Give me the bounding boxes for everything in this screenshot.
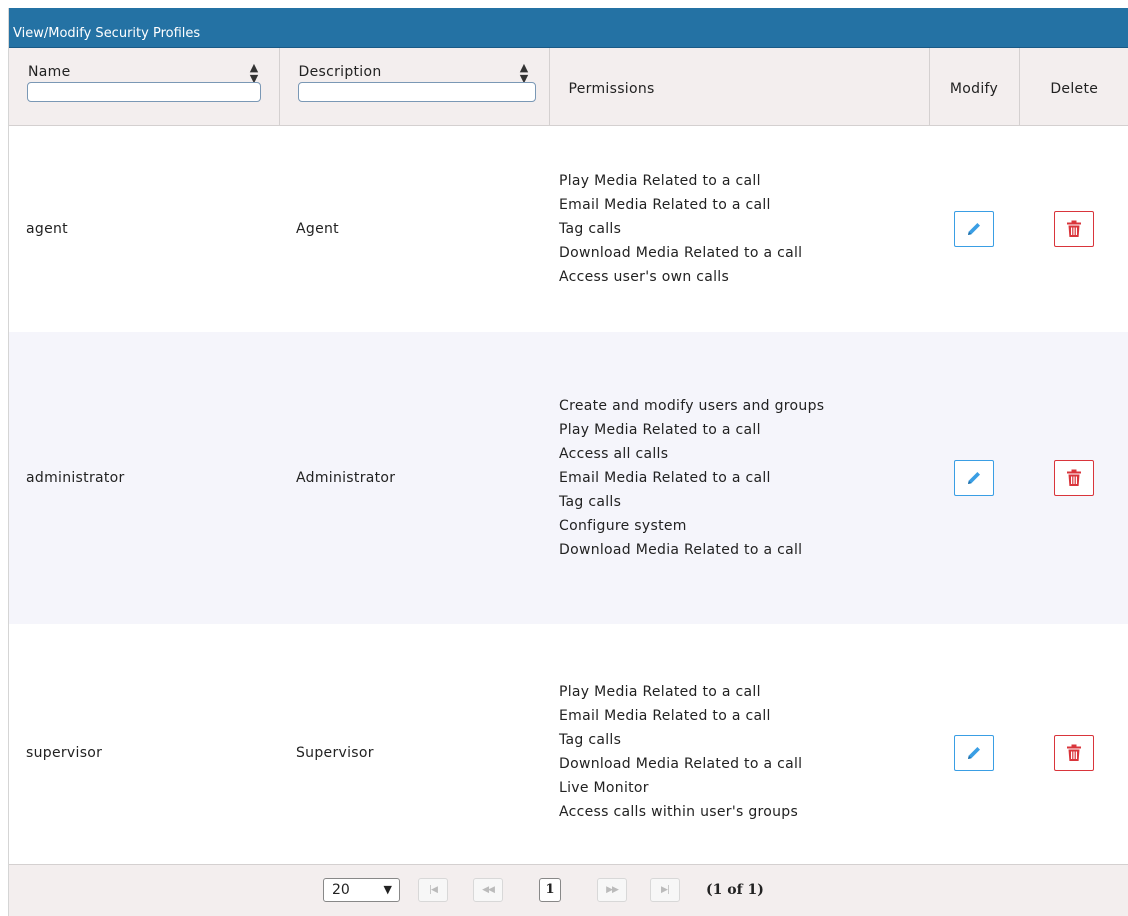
- permission-item: Live Monitor: [559, 780, 649, 796]
- column-label-name: Name: [28, 64, 71, 80]
- column-header-delete: Delete: [1019, 48, 1128, 126]
- modify-button[interactable]: [954, 211, 994, 247]
- profile-name-cell: supervisor: [26, 744, 103, 761]
- security-profiles-panel: View/Modify Security Profiles Name ▲ ▼ De…: [8, 8, 1128, 916]
- trash-icon: [1066, 744, 1082, 762]
- delete-cell: [1019, 624, 1128, 881]
- permission-item: Download Media Related to a call: [559, 244, 803, 261]
- permission-item: Create and modify users and groups: [559, 397, 825, 414]
- permissions-cell: Play Media Related to a call Email Media …: [549, 126, 929, 333]
- first-page-button[interactable]: |◀: [418, 878, 448, 902]
- rows-per-page-value: 20: [332, 882, 350, 898]
- pagination-bar: 20 ▼ |◀ ◀◀ 1 ▶▶ ▶| (1 of 1): [9, 864, 1128, 916]
- table-row: supervisor Supervisor Play Media Related t…: [9, 624, 1128, 881]
- permission-item: Play Media Related to a call: [559, 421, 761, 438]
- profile-name-cell: administrator: [9, 332, 279, 624]
- column-header-permissions: Permissions: [549, 48, 930, 126]
- permission-item: Play Media Related to a call: [559, 172, 761, 189]
- delete-cell: [1019, 126, 1128, 333]
- profile-description-cell: Administrator: [279, 332, 549, 624]
- pencil-icon: [965, 744, 983, 762]
- modify-cell: [929, 624, 1019, 881]
- sort-icon[interactable]: ▲ ▼: [520, 62, 529, 84]
- name-filter-input[interactable]: [27, 82, 261, 102]
- page-status: (1 of 1): [706, 882, 764, 898]
- permission-item: Play Media Related to a call: [559, 684, 761, 700]
- pencil-icon: [965, 469, 983, 487]
- pencil-icon: [965, 220, 983, 238]
- permission-item: Email Media Related to a call: [559, 196, 771, 213]
- permission-item: Access all calls: [559, 445, 669, 462]
- chevron-down-icon: ▼: [383, 883, 392, 896]
- delete-button[interactable]: [1054, 734, 1094, 771]
- table-row: administrator Administrator Create and mod…: [9, 332, 1128, 624]
- permission-item: Access user's own calls: [559, 268, 730, 285]
- table-row: agent Agent Play Media Related to a call Em…: [9, 126, 1128, 333]
- permissions-cell: Create and modify users and groups Play M…: [549, 332, 929, 624]
- delete-button[interactable]: [1054, 211, 1094, 247]
- rows-per-page-select[interactable]: 20 ▼: [323, 878, 400, 902]
- trash-icon: [1066, 220, 1082, 238]
- permission-item: Tag calls: [559, 493, 622, 510]
- permission-item: Email Media Related to a call: [559, 708, 771, 724]
- modify-button[interactable]: [954, 734, 994, 771]
- description-filter-input[interactable]: [297, 82, 536, 102]
- modify-button[interactable]: [954, 460, 994, 496]
- column-header-description[interactable]: Description ▲ ▼: [279, 48, 550, 126]
- sort-icon[interactable]: ▲ ▼: [250, 62, 259, 84]
- permission-item: Tag calls: [559, 732, 622, 748]
- column-header-name[interactable]: Name ▲ ▼: [9, 48, 280, 126]
- permission-item: Configure system: [559, 517, 687, 534]
- profile-name-cell: agent: [26, 221, 68, 237]
- delete-button[interactable]: [1054, 460, 1094, 496]
- trash-icon: [1066, 469, 1082, 487]
- permission-item: Tag calls: [559, 220, 622, 237]
- profile-description-cell: Supervisor: [296, 744, 374, 761]
- profile-description-cell: Agent: [296, 221, 339, 237]
- security-profiles-table: Name ▲ ▼ Description ▲ ▼ Permissions Modif…: [9, 48, 1128, 881]
- permission-item: Download Media Related to a call: [559, 756, 803, 772]
- panel-title: View/Modify Security Profiles: [9, 8, 1128, 48]
- delete-cell: [1019, 332, 1128, 624]
- column-label-description: Description: [298, 64, 382, 80]
- permission-item: Download Media Related to a call: [559, 541, 803, 558]
- column-header-modify: Modify: [929, 48, 1020, 126]
- page-number-button[interactable]: 1: [539, 878, 561, 902]
- previous-page-button[interactable]: ◀◀: [473, 878, 503, 902]
- modify-cell: [929, 126, 1019, 333]
- permission-item: Access calls within user's groups: [559, 804, 799, 820]
- permissions-cell: Play Media Related to a call Email Media …: [549, 624, 929, 881]
- next-page-button[interactable]: ▶▶: [597, 878, 627, 902]
- modify-cell: [929, 332, 1019, 624]
- last-page-button[interactable]: ▶|: [650, 878, 680, 902]
- permission-item: Email Media Related to a call: [559, 469, 771, 486]
